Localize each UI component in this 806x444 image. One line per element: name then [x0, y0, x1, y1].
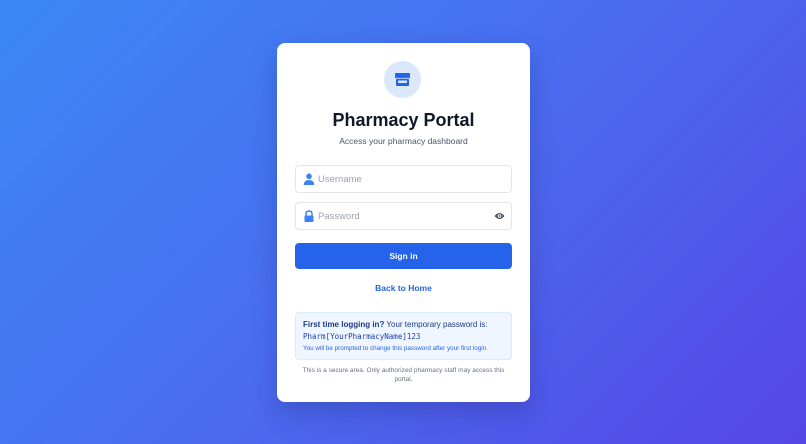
back-to-home-link[interactable]: Back to Home: [277, 283, 530, 293]
logo-badge: [384, 61, 421, 98]
info-text: Your temporary password is:: [384, 320, 488, 329]
password-field[interactable]: [295, 202, 512, 230]
page-subtitle: Access your pharmacy dashboard: [339, 136, 468, 146]
eye-icon[interactable]: [494, 211, 505, 221]
info-line: First time logging in? Your temporary pa…: [303, 320, 504, 329]
first-login-info-box: First time logging in? Your temporary pa…: [295, 312, 512, 360]
username-input[interactable]: [318, 166, 488, 192]
username-field[interactable]: [295, 165, 512, 193]
password-input[interactable]: [318, 203, 488, 229]
info-note: You will be prompted to change this pass…: [303, 345, 488, 352]
info-heading: First time logging in?: [303, 320, 385, 329]
login-card: Pharmacy Portal Access your pharmacy das…: [277, 43, 530, 402]
sign-in-button[interactable]: Sign in: [295, 243, 512, 269]
user-icon: [303, 173, 315, 185]
temporary-password-code: Pharm[YourPharmacyName]123: [303, 332, 421, 341]
security-footer: This is a secure area. Only authorized p…: [302, 367, 505, 384]
store-icon: [394, 73, 411, 86]
lock-icon: [304, 210, 314, 222]
page-title: Pharmacy Portal: [332, 110, 475, 130]
